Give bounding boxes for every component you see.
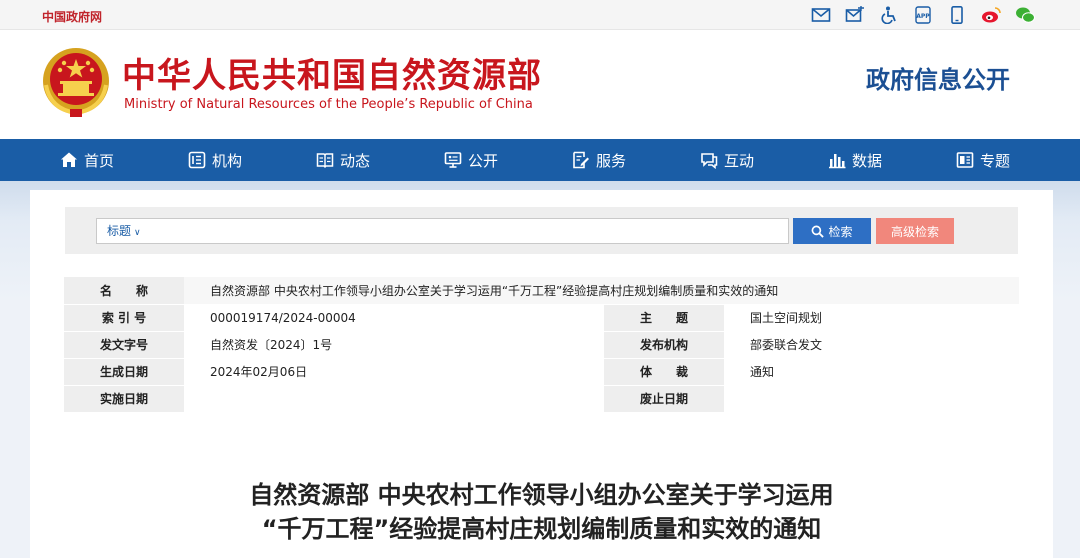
nav-item-topic[interactable]: 专题 <box>956 139 1066 181</box>
nav-item-label: 数据 <box>852 151 883 170</box>
nav-item-label: 专题 <box>980 151 1011 170</box>
genre-value: 通知 <box>724 358 1019 386</box>
table-row: 生成日期 2024年02月06日 体 裁 通知 <box>64 358 1019 386</box>
search-type-select[interactable]: 标题 ∨ <box>97 219 145 243</box>
nav-item-label: 公开 <box>468 151 499 170</box>
weibo-icon[interactable] <box>980 5 1002 25</box>
accessibility-icon[interactable] <box>878 5 900 25</box>
nav-item-label: 机构 <box>212 151 243 170</box>
mail-icon[interactable] <box>810 5 832 25</box>
search-input[interactable] <box>146 221 786 241</box>
search-bar: 标题 ∨ 检索 高级检索 <box>65 207 1018 254</box>
gov-portal-link[interactable]: 中国政府网 <box>42 8 102 25</box>
bar-chart-icon <box>829 154 846 169</box>
table-row: 发文字号 自然资发〔2024〕1号 发布机构 部委联合发文 <box>64 331 1019 359</box>
app-icon-label: APP <box>916 13 930 20</box>
org-icon <box>188 151 206 169</box>
nav-item-public[interactable]: 公开 <box>444 139 572 181</box>
document-title-line1: 自然资源部 中央农村工作领导小组办公室关于学习运用 <box>249 481 834 509</box>
nav-item-service[interactable]: 服务 <box>572 139 700 181</box>
name-label: 名 称 <box>64 277 184 305</box>
expire-date-value <box>724 385 1019 413</box>
topic-icon <box>956 152 974 168</box>
index-label: 索 引 号 <box>64 304 184 332</box>
chat-icon <box>701 153 718 169</box>
nav-item-news[interactable]: 动态 <box>316 139 444 181</box>
table-row: 索 引 号 000019174/2024-00004 主 题 国土空间规划 <box>64 304 1019 332</box>
app-icon[interactable]: APP <box>912 5 934 25</box>
doc-number-value: 自然资发〔2024〕1号 <box>184 331 604 359</box>
effective-date-value <box>184 385 604 413</box>
document-info-table: 名 称 自然资源部 中央农村工作领导小组办公室关于学习运用“千万工程”经验提高村… <box>64 277 1019 413</box>
site-header: 中华人民共和国自然资源部 Ministry of Natural Resourc… <box>0 30 1080 139</box>
section-title: 政府信息公开 <box>866 66 1010 94</box>
topic-label: 主 题 <box>604 304 724 332</box>
document-title-line2: “千万工程”经验提高村庄规划编制质量和实效的通知 <box>261 515 822 543</box>
ministry-name-en: Ministry of Natural Resources of the Peo… <box>124 97 533 112</box>
date-label: 生成日期 <box>64 358 184 386</box>
main-nav: 首页 机构 动态 公开 服务 互动 数据 专题 <box>0 139 1080 181</box>
expire-date-label: 废止日期 <box>604 385 724 413</box>
nav-item-org[interactable]: 机构 <box>188 139 316 181</box>
advanced-search-button[interactable]: 高级检索 <box>876 218 954 244</box>
letter-icon[interactable] <box>844 5 866 25</box>
document-title: 自然资源部 中央农村工作领导小组办公室关于学习运用 “千万工程”经验提高村庄规划… <box>30 478 1053 546</box>
nav-item-label: 互动 <box>724 151 755 170</box>
book-icon <box>316 153 334 169</box>
table-row: 名 称 自然资源部 中央农村工作领导小组办公室关于学习运用“千万工程”经验提高村… <box>64 277 1019 305</box>
ministry-name-cn: 中华人民共和国自然资源部 <box>122 56 542 96</box>
mobile-icon[interactable] <box>946 5 968 25</box>
nav-item-label: 服务 <box>596 151 627 170</box>
home-icon <box>61 152 77 167</box>
nav-item-label: 动态 <box>340 151 371 170</box>
top-utility-bar: 中国政府网 APP <box>0 0 1080 30</box>
main-content: 标题 ∨ 检索 高级检索 名 称 自然资源部 中央农村工作领导小组办公室关于学习运… <box>30 190 1053 558</box>
genre-label: 体 裁 <box>604 358 724 386</box>
chevron-down-icon: ∨ <box>134 228 141 238</box>
search-icon <box>812 225 825 238</box>
national-emblem-logo[interactable] <box>40 45 112 119</box>
issuer-label: 发布机构 <box>604 331 724 359</box>
top-icon-group: APP <box>810 5 1036 25</box>
wechat-icon[interactable] <box>1014 5 1036 25</box>
monitor-icon <box>444 152 462 168</box>
effective-date-label: 实施日期 <box>64 385 184 413</box>
name-value: 自然资源部 中央农村工作领导小组办公室关于学习运用“千万工程”经验提高村庄规划编… <box>184 277 1019 305</box>
nav-item-home[interactable]: 首页 <box>60 139 188 181</box>
doc-number-label: 发文字号 <box>64 331 184 359</box>
table-row: 实施日期 废止日期 <box>64 385 1019 413</box>
search-button[interactable]: 检索 <box>793 218 871 244</box>
search-box: 标题 ∨ <box>96 218 789 244</box>
nav-item-label: 首页 <box>84 151 115 170</box>
search-button-label: 检索 <box>828 224 853 239</box>
nav-item-interact[interactable]: 互动 <box>700 139 828 181</box>
index-value: 000019174/2024-00004 <box>184 304 604 332</box>
search-type-label: 标题 <box>107 224 132 238</box>
topic-value: 国土空间规划 <box>724 304 1019 332</box>
document-edit-icon <box>573 151 589 169</box>
issuer-value: 部委联合发文 <box>724 331 1019 359</box>
date-value: 2024年02月06日 <box>184 358 604 386</box>
nav-item-data[interactable]: 数据 <box>828 139 956 181</box>
